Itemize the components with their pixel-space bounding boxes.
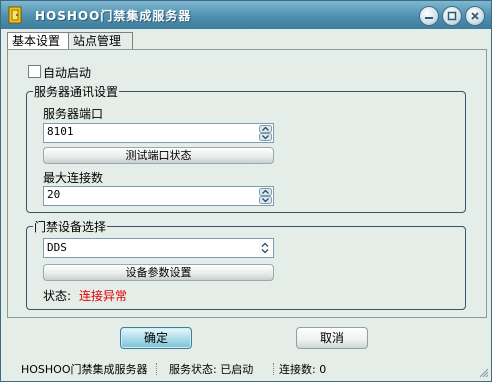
status-label: 状态: xyxy=(43,289,72,303)
cancel-button[interactable]: 取消 xyxy=(296,327,368,349)
spin-down-icon[interactable] xyxy=(259,196,272,204)
spin-up-icon[interactable] xyxy=(259,125,272,133)
close-icon xyxy=(471,12,479,20)
tab-basic-settings[interactable]: 基本设置 xyxy=(7,32,72,50)
main-window: HOSHOO门禁集成服务器 基本设置 站点管理 自动启动 服务器通讯设置 服务器… xyxy=(0,0,492,382)
maximize-icon xyxy=(447,11,457,21)
app-icon xyxy=(7,6,25,24)
device-select-value[interactable]: DDS xyxy=(47,241,67,254)
maximize-button[interactable] xyxy=(442,6,462,26)
server-comm-group: 服务器通讯设置 服务器端口 8101 测试端口状态 最大连接数 20 xyxy=(26,83,466,213)
spin-buttons[interactable] xyxy=(259,125,272,141)
tab-panel-basic: 自动启动 服务器通讯设置 服务器端口 8101 测试端口状态 最大连接数 20 … xyxy=(7,49,487,318)
size-grip-icon[interactable] xyxy=(479,368,489,378)
window-title: HOSHOO门禁集成服务器 xyxy=(35,9,192,23)
title-bar[interactable]: HOSHOO门禁集成服务器 xyxy=(1,1,491,29)
max-conn-value[interactable]: 20 xyxy=(47,188,60,201)
updown-chevron-icon[interactable] xyxy=(260,242,270,254)
port-label: 服务器端口 xyxy=(43,107,104,121)
test-port-button[interactable]: 测试端口状态 xyxy=(43,147,274,164)
status-bar: HOSHOO门禁集成服务器 服务状态: 已启动 连接数: 0 xyxy=(1,354,491,380)
close-button[interactable] xyxy=(465,6,485,26)
group-title: 服务器通讯设置 xyxy=(33,83,120,100)
statusbar-divider xyxy=(156,363,158,375)
max-conn-label: 最大连接数 xyxy=(43,171,104,185)
statusbar-app-name: HOSHOO门禁集成服务器 xyxy=(21,363,148,376)
statusbar-divider xyxy=(273,363,275,375)
minimize-button[interactable] xyxy=(419,6,439,26)
auto-start-label: 自动启动 xyxy=(43,66,92,80)
port-value[interactable]: 8101 xyxy=(47,125,74,138)
statusbar-connections: 连接数: 0 xyxy=(279,363,327,376)
device-select-group: 门禁设备选择 DDS 设备参数设置 状态: 连接异常 xyxy=(26,218,466,310)
group-title: 门禁设备选择 xyxy=(33,218,108,235)
device-params-button[interactable]: 设备参数设置 xyxy=(43,264,274,281)
device-select[interactable]: DDS xyxy=(43,238,274,258)
max-conn-spinbox[interactable]: 20 xyxy=(43,186,274,206)
spin-buttons[interactable] xyxy=(259,188,272,204)
spin-up-icon[interactable] xyxy=(259,188,272,196)
ok-button[interactable]: 确定 xyxy=(120,327,192,349)
statusbar-service-status: 服务状态: 已启动 xyxy=(169,363,254,376)
tab-site-management[interactable]: 站点管理 xyxy=(68,32,133,49)
connection-status-value: 连接异常 xyxy=(79,289,128,303)
spin-down-icon[interactable] xyxy=(259,133,272,141)
minimize-icon xyxy=(425,17,433,19)
checkbox-box[interactable] xyxy=(28,65,41,78)
port-spinbox[interactable]: 8101 xyxy=(43,123,274,143)
